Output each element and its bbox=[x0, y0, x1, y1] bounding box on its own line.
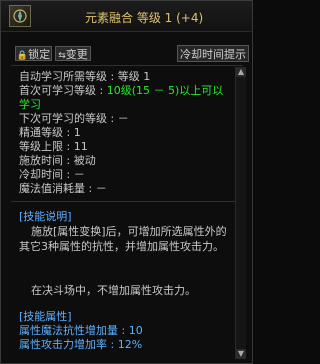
attribute-attack-rate: 属性攻击力增加率 : 12% bbox=[19, 338, 143, 351]
lock-button[interactable]: 🔒锁定 bbox=[15, 46, 52, 61]
level-cap: 等级上限 : 11 bbox=[19, 140, 88, 153]
cooldown-hint-button[interactable]: 冷却时间提示 bbox=[177, 45, 249, 62]
auto-learn-level: 自动学习所需等级 : 等级 1 bbox=[19, 70, 151, 83]
scroll-down-icon[interactable]: ▼ bbox=[236, 349, 246, 359]
lock-icon: 🔒 bbox=[16, 51, 29, 61]
next-learn-level: 下次可学习的等级 : － bbox=[19, 112, 129, 125]
skill-icon bbox=[9, 5, 31, 27]
scroll-up-icon[interactable]: ▲ bbox=[236, 67, 246, 77]
cooldown-time: 冷却时间 : － bbox=[19, 168, 85, 181]
description-header: [技能说明] bbox=[19, 210, 72, 223]
mastery-level: 精通等级 : 1 bbox=[19, 126, 81, 139]
mp-cost: 魔法值消耗量 : － bbox=[19, 182, 107, 195]
scrollbar[interactable]: ▲ ▼ bbox=[235, 67, 246, 359]
change-icon: ⇆ bbox=[58, 51, 66, 61]
divider bbox=[11, 65, 243, 66]
change-button[interactable]: ⇆变更 bbox=[55, 46, 91, 61]
divider bbox=[11, 201, 243, 202]
attributes-header: [技能属性] bbox=[19, 310, 72, 323]
skill-title: 元素融合 等级 1 (+4) bbox=[85, 11, 204, 25]
cast-time: 施放时间 : 被动 bbox=[19, 154, 96, 167]
pvp-note: 在决斗场中，不增加属性攻击力。 bbox=[31, 284, 196, 297]
description-text: 施放[属性变换]后，可增加所选属性外的其它3种属性的抗性，并增加属性攻击力。 bbox=[19, 225, 227, 253]
title-bar: 元素融合 等级 1 (+4) bbox=[1, 1, 252, 32]
skill-tooltip-panel: 元素融合 等级 1 (+4) 🔒锁定 ⇆变更 冷却时间提示 自动学习所需等级 :… bbox=[0, 0, 253, 364]
first-learn-level-cont: 学习 bbox=[19, 98, 41, 111]
attribute-magic-resist: 属性魔法抗性增加量 : 10 bbox=[19, 324, 143, 337]
first-learn-level: 首次可学习等级 : 10级(15 － 5)以上可以 bbox=[19, 84, 224, 97]
